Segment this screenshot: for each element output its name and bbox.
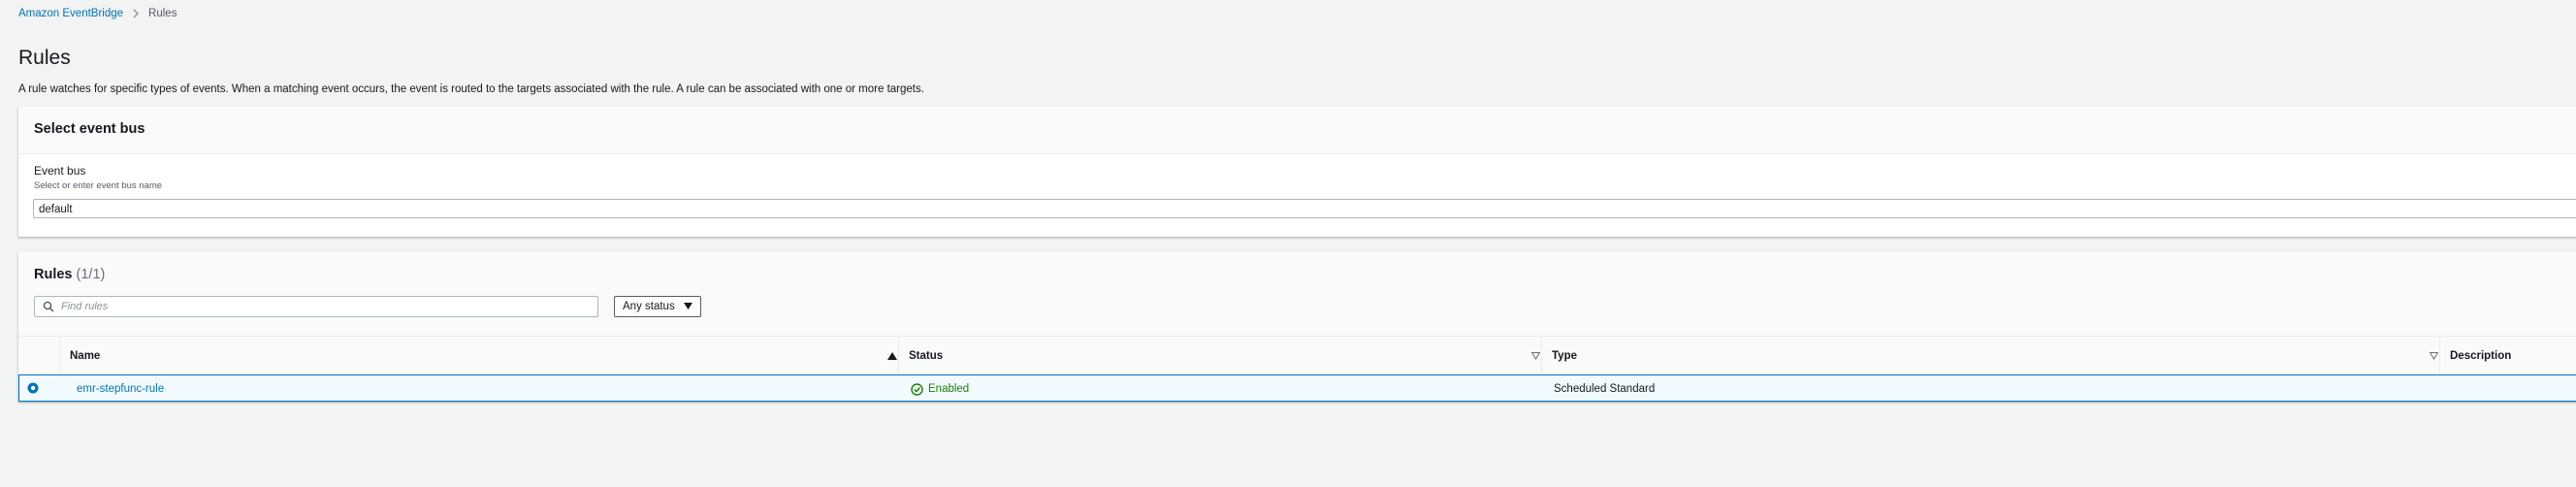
event-bus-label: Event bus [34, 164, 86, 178]
status-positive-icon [911, 382, 923, 396]
sort-ascending-icon [887, 352, 897, 360]
chevron-right-icon [133, 9, 140, 18]
column-header-description[interactable]: Description [2439, 337, 2576, 375]
column-header-status-label: Status [909, 350, 944, 362]
column-header-type-label: Type [1552, 350, 1577, 362]
event-bus-hint: Select or enter event bus name [34, 180, 163, 191]
find-rules-search [34, 296, 598, 317]
status-filter-dropdown[interactable]: Any status [614, 296, 701, 317]
rule-status: Enabled [911, 375, 969, 403]
column-header-name-label: Name [70, 350, 101, 362]
sort-icon [2430, 352, 2438, 360]
event-bus-panel-title: Select event bus [34, 121, 145, 137]
rules-panel: Rules (1/1) Any status Name Status Type … [18, 251, 2576, 402]
table-row[interactable]: emr-stepfunc-rule Enabled Scheduled Stan… [18, 374, 2576, 402]
column-header-description-label: Description [2450, 350, 2512, 362]
page-description: A rule watches for specific types of eve… [18, 83, 924, 95]
select-column-header [18, 337, 59, 375]
event-bus-value: default [39, 204, 73, 215]
search-icon [43, 301, 54, 312]
rules-count: (1/1) [76, 267, 106, 282]
page-title: Rules [18, 47, 71, 69]
breadcrumb-link-eventbridge[interactable]: Amazon EventBridge [18, 8, 123, 19]
column-header-name[interactable]: Name [59, 337, 898, 375]
caret-down-icon [684, 303, 692, 309]
rules-table-header: Name Status Type Description [18, 336, 2576, 376]
rules-panel-title: Rules (1/1) [34, 265, 105, 284]
breadcrumb-current: Rules [148, 8, 177, 19]
breadcrumb: Amazon EventBridge Rules [18, 5, 177, 22]
sort-icon [1531, 352, 1540, 360]
status-filter-value: Any status [623, 301, 675, 312]
find-rules-input[interactable] [61, 297, 585, 316]
column-header-type[interactable]: Type [1541, 337, 2439, 375]
rule-type: Scheduled Standard [1554, 383, 1656, 395]
event-bus-panel-header: Select event bus [18, 107, 2576, 154]
rule-name-link[interactable]: emr-stepfunc-rule [77, 375, 164, 403]
event-bus-select[interactable]: default [33, 199, 2576, 218]
event-bus-panel: Select event bus Event bus Select or ent… [18, 107, 2576, 237]
rule-status-text: Enabled [928, 383, 970, 395]
radio-selected-icon[interactable] [27, 382, 39, 394]
column-header-status[interactable]: Status [898, 337, 1541, 375]
rules-title-text: Rules [34, 267, 73, 282]
